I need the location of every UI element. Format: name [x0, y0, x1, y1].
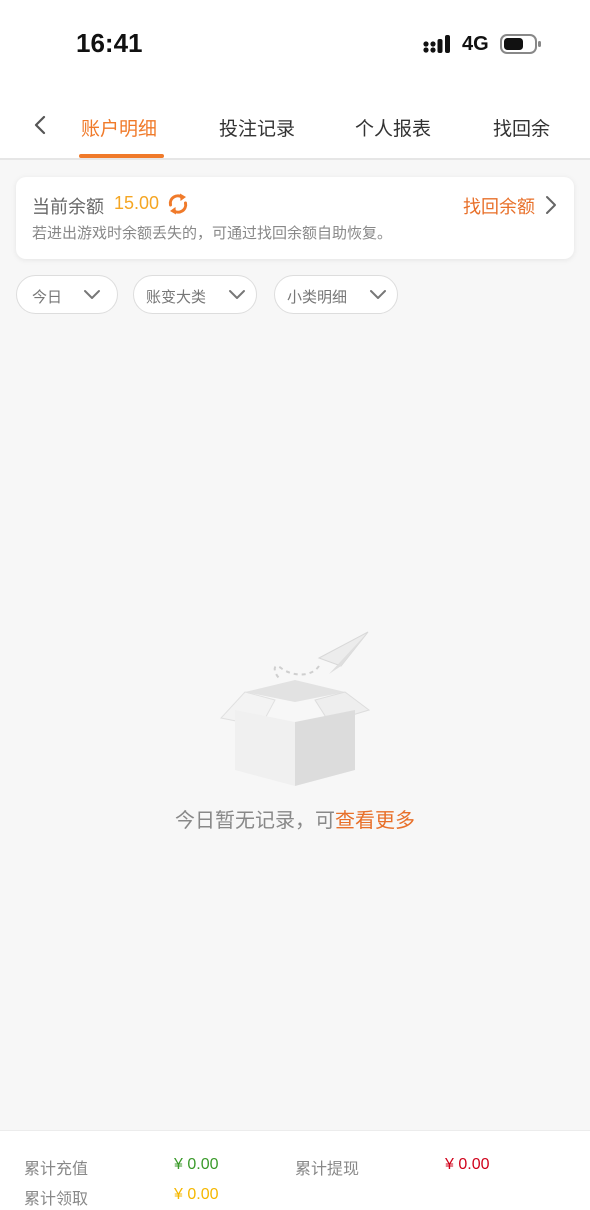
- active-tab-indicator: [79, 154, 164, 158]
- status-time: 16:41: [76, 28, 143, 58]
- total-claim-value: ¥ 0.00: [174, 1186, 219, 1203]
- battery-icon: [500, 34, 541, 54]
- filter-category[interactable]: 账变大类: [133, 275, 257, 314]
- view-more-link[interactable]: 查看更多: [335, 808, 415, 832]
- balance-card: 当前余额 15.00 找回余额 若进出游戏时余额丢失的，可通过找回余额自助恢复。: [16, 177, 574, 259]
- total-recharge-label: 累计充值: [24, 1159, 89, 1178]
- chevron-right-icon[interactable]: [544, 195, 558, 215]
- filter-date-label: 今日: [32, 288, 63, 306]
- chevron-down-icon: [370, 290, 386, 299]
- filter-subcategory[interactable]: 小类明细: [274, 275, 398, 314]
- filter-category-label: 账变大类: [146, 288, 207, 306]
- tab-account-details[interactable]: 账户明细: [81, 114, 157, 141]
- back-arrow-icon[interactable]: [30, 114, 50, 136]
- network-label: 4G: [462, 33, 489, 55]
- tab-recover-balance[interactable]: 找回余: [493, 114, 550, 141]
- filter-subcategory-label: 小类明细: [287, 288, 348, 306]
- recover-balance-link[interactable]: 找回余额: [463, 193, 535, 219]
- tab-bet-records[interactable]: 投注记录: [219, 114, 295, 141]
- total-recharge-value: ¥ 0.00: [174, 1156, 219, 1173]
- empty-state-text: 今日暂无记录，可查看更多: [0, 804, 590, 833]
- total-withdraw-label: 累计提现: [295, 1159, 360, 1178]
- refresh-icon[interactable]: [166, 192, 190, 216]
- filter-date[interactable]: 今日: [16, 275, 118, 314]
- balance-value: 15.00: [114, 193, 160, 213]
- empty-state-message: 今日暂无记录，可: [175, 808, 335, 832]
- summary-footer: 累计充值 ¥ 0.00 累计提现 ¥ 0.00 累计领取 ¥ 0.00: [0, 1130, 590, 1210]
- empty-box-icon: [220, 631, 371, 786]
- tab-personal-report[interactable]: 个人报表: [355, 114, 431, 141]
- balance-note: 若进出游戏时余额丢失的，可通过找回余额自助恢复。: [32, 224, 393, 242]
- status-bar: 16:41 4G: [0, 0, 590, 90]
- tab-bar: 账户明细 投注记录 个人报表 找回余: [0, 90, 590, 160]
- signal-icon: [423, 35, 450, 53]
- total-claim-label: 累计领取: [24, 1189, 89, 1208]
- chevron-down-icon: [229, 290, 245, 299]
- total-withdraw-value: ¥ 0.00: [445, 1156, 490, 1173]
- chevron-down-icon: [84, 290, 100, 299]
- balance-label: 当前余额: [32, 197, 104, 218]
